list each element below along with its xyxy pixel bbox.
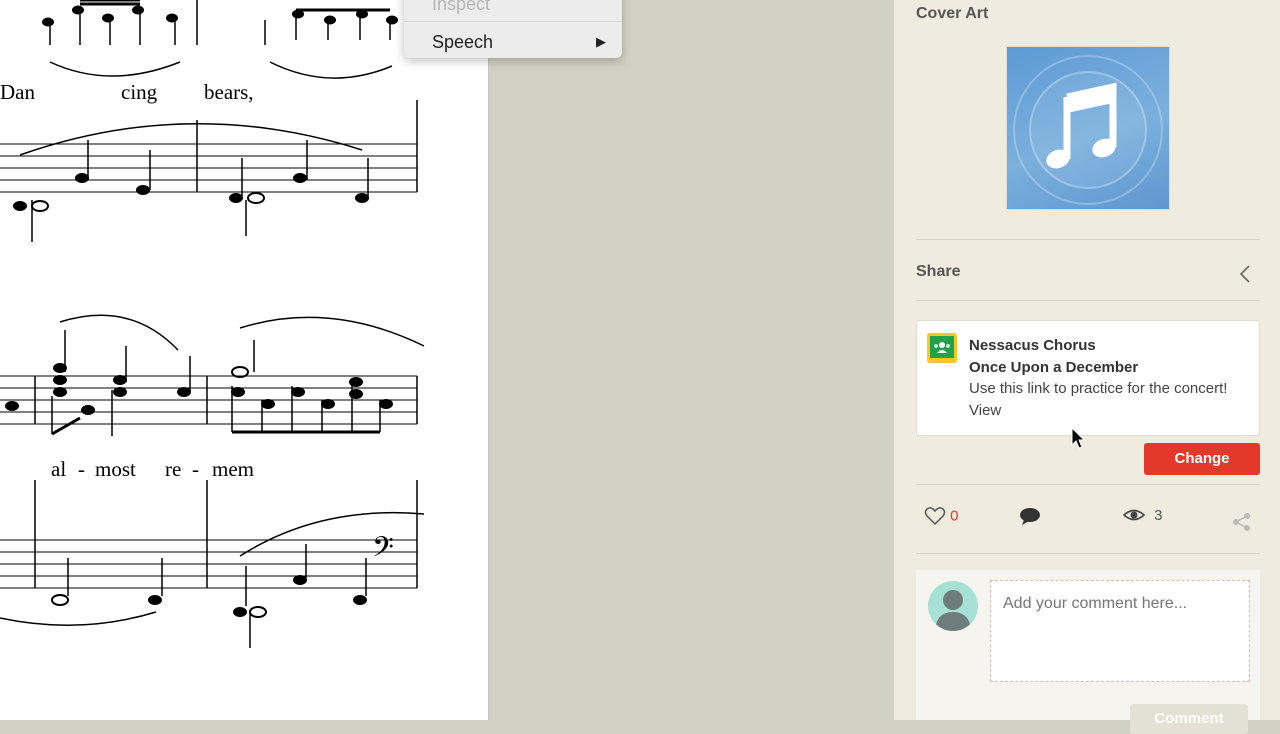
divider (916, 484, 1260, 485)
share-card-view-link[interactable]: View (969, 402, 1001, 419)
lyric-syllable: most (95, 457, 136, 481)
lyric-syllable: mem (212, 457, 254, 481)
sheet-music-panel: 𝄢 Dan cing bears, al - most re - mem (0, 0, 489, 720)
cover-art-title: Cover Art (916, 5, 989, 22)
cover-art-image[interactable] (1006, 46, 1170, 210)
lyric-syllable: re (165, 457, 182, 481)
google-classroom-icon (927, 333, 957, 363)
share-card-message: Use this link to practice for the concer… (969, 380, 1228, 397)
comment-input[interactable] (990, 580, 1250, 682)
context-menu: Inspect Speech ▶ (404, 0, 622, 58)
avatar (928, 581, 978, 631)
eye-icon (1122, 509, 1146, 521)
divider (916, 553, 1260, 554)
share-card-title: Once Upon a December (969, 359, 1139, 376)
lyric-syllable: Dan (0, 80, 35, 104)
like-button[interactable]: 0 (924, 506, 959, 536)
background-gap (489, 0, 894, 720)
music-note-icon (1013, 55, 1163, 205)
menu-separator (404, 21, 622, 22)
lyric-syllable: al (51, 457, 67, 481)
lyric-syllable: cing (121, 80, 158, 104)
sidebar: Cover Art Share Nessacus Chorus Once Upo… (894, 0, 1280, 734)
views-indicator: 3 (1122, 506, 1163, 536)
like-count: 0 (950, 507, 959, 525)
share-title: Share (916, 263, 961, 280)
lyric-hyphen: - (192, 457, 199, 481)
user-silhouette-icon (935, 590, 971, 631)
change-button[interactable]: Change (1144, 443, 1260, 475)
share-card-group: Nessacus Chorus (969, 337, 1096, 354)
divider (916, 239, 1260, 240)
score-notation: 𝄢 (0, 0, 425, 648)
submenu-arrow-icon: ▶ (596, 34, 606, 49)
svg-text:𝄢: 𝄢 (372, 531, 394, 571)
lyric-hyphen: - (78, 457, 85, 481)
share-card[interactable]: Nessacus Chorus Once Upon a December Use… (916, 320, 1260, 436)
comment-submit-button[interactable]: Comment (1130, 704, 1248, 734)
views-count: 3 (1154, 506, 1163, 524)
lyric-line-2: al - most re - mem (0, 457, 488, 483)
heart-icon (924, 507, 946, 526)
comment-icon-button[interactable] (1018, 506, 1042, 536)
chevron-left-icon[interactable] (1238, 264, 1252, 284)
lyric-line-1: Dan cing bears, (0, 80, 488, 106)
share-icon[interactable] (1232, 512, 1252, 532)
lyric-syllable: bears, (204, 80, 254, 104)
divider (916, 300, 1260, 301)
menu-item-inspect[interactable]: Inspect (432, 0, 490, 15)
speech-bubble-icon (1020, 508, 1040, 525)
menu-item-speech[interactable]: Speech (432, 32, 493, 53)
mouse-cursor-icon (1071, 427, 1086, 449)
